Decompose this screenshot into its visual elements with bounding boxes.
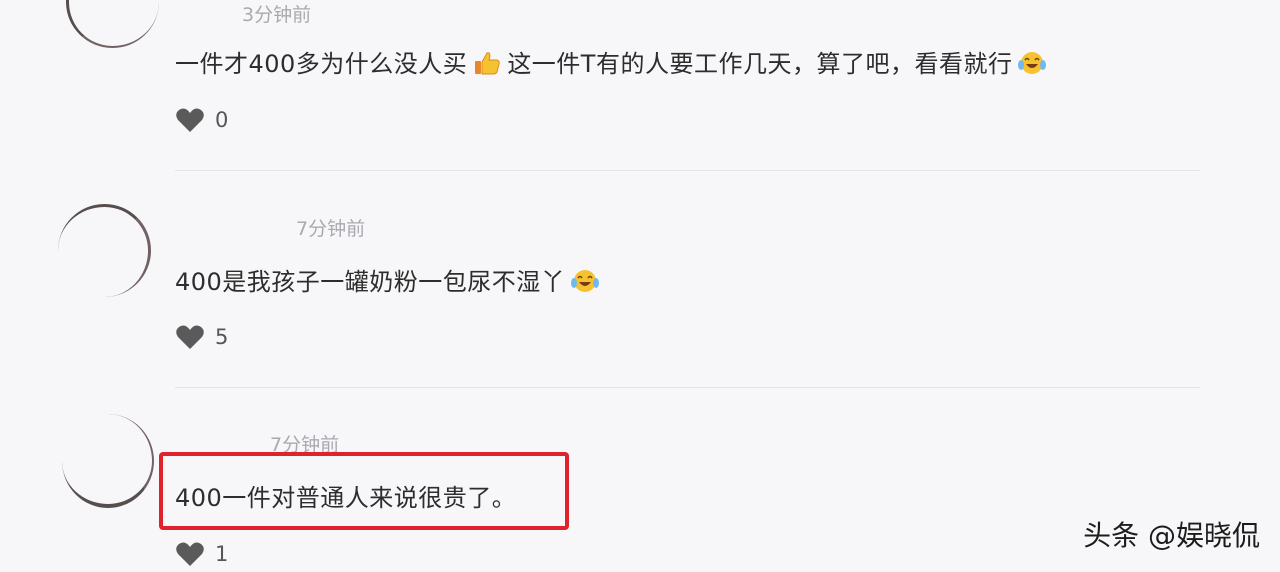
like-button[interactable]: 1 bbox=[175, 540, 228, 568]
comment-text-part: 这一件T有的人要工作几天，算了吧，看看就行 bbox=[507, 50, 1013, 78]
avatar[interactable] bbox=[58, 204, 151, 297]
avatar[interactable] bbox=[66, 0, 159, 48]
avatar[interactable] bbox=[62, 414, 154, 508]
like-button[interactable]: 0 bbox=[175, 106, 228, 134]
comment-list: 3分钟前 一件才400多为什么没人买 这一件T有的人要工作几天，算了吧，看看就行 … bbox=[0, 0, 1280, 572]
heart-icon bbox=[176, 542, 204, 566]
heart-icon bbox=[176, 108, 204, 132]
highlight-box bbox=[159, 452, 569, 530]
laughing-crying-emoji bbox=[1018, 50, 1047, 76]
divider bbox=[175, 170, 1200, 171]
comment-text-part: 400是我孩子一罐奶粉一包尿不湿丫 bbox=[175, 268, 566, 296]
comment-timestamp: 7分钟前 bbox=[296, 218, 366, 240]
comment-timestamp: 3分钟前 bbox=[242, 4, 312, 26]
comment-text: 一件才400多为什么没人买 这一件T有的人要工作几天，算了吧，看看就行 bbox=[175, 44, 1052, 79]
watermark: 头条 @娱晓侃 bbox=[1083, 519, 1260, 552]
heart-icon bbox=[176, 325, 204, 349]
comment-text: 400是我孩子一罐奶粉一包尿不湿丫 bbox=[175, 262, 605, 297]
divider bbox=[175, 387, 1200, 388]
like-button[interactable]: 5 bbox=[175, 323, 228, 351]
like-count: 1 bbox=[215, 542, 229, 566]
laughing-crying-emoji bbox=[571, 268, 600, 294]
like-count: 5 bbox=[215, 325, 229, 349]
like-count: 0 bbox=[215, 108, 229, 132]
thumbs-up-emoji bbox=[473, 50, 501, 76]
comment-text-part: 一件才400多为什么没人买 bbox=[175, 50, 468, 78]
